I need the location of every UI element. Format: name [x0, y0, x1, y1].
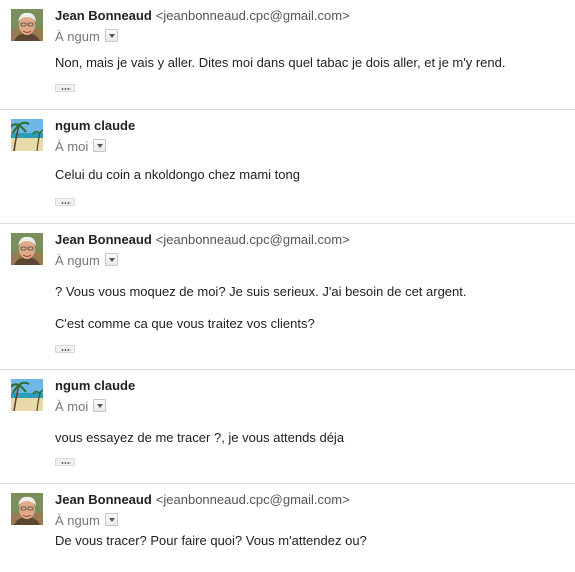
- message-item[interactable]: Jean Bonneaud <jeanbonneaud.cpc@gmail.com…: [0, 484, 575, 572]
- show-details-dropdown-icon[interactable]: [104, 513, 118, 526]
- ellipsis-icon: [61, 202, 71, 204]
- message-body-line: Non, mais je vais y aller. Dites moi dan…: [55, 55, 506, 70]
- message-body-line: Celui du coin a nkoldongo chez mami tong: [55, 167, 300, 182]
- recipient-line: À ngum: [55, 513, 118, 529]
- show-details-dropdown-icon[interactable]: [93, 399, 107, 412]
- recipient-line: À ngum: [55, 253, 118, 269]
- message-header: Jean Bonneaud <jeanbonneaud.cpc@gmail.com…: [55, 232, 350, 248]
- show-trimmed-content-button[interactable]: [55, 345, 75, 353]
- sender-email: <jeanbonneaud.cpc@gmail.com>: [155, 232, 350, 247]
- message-item[interactable]: Jean Bonneaud <jeanbonneaud.cpc@gmail.com…: [0, 224, 575, 370]
- message-body-line: ? Vous vous moquez de moi? Je suis serie…: [55, 284, 467, 299]
- message-body-line: C'est comme ca que vous traitez vos clie…: [55, 316, 315, 331]
- avatar[interactable]: [11, 9, 43, 41]
- avatar[interactable]: [11, 233, 43, 265]
- recipient-label: À ngum: [55, 253, 100, 268]
- sender-name[interactable]: ngum claude: [55, 378, 135, 393]
- ellipsis-icon: [61, 349, 71, 351]
- message-body-line: vous essayez de me tracer ?, je vous att…: [55, 430, 345, 445]
- show-trimmed-content-button[interactable]: [55, 198, 75, 206]
- recipient-line: À moi: [55, 139, 107, 155]
- sender-name[interactable]: ngum claude: [55, 118, 135, 133]
- show-trimmed-content-button[interactable]: [55, 458, 75, 466]
- message-header: ngum claude: [55, 118, 135, 134]
- sender-name[interactable]: Jean Bonneaud: [55, 492, 152, 507]
- message-header: ngum claude: [55, 378, 135, 394]
- avatar[interactable]: [11, 379, 43, 411]
- sender-name[interactable]: Jean Bonneaud: [55, 232, 152, 247]
- recipient-label: À ngum: [55, 513, 100, 528]
- ellipsis-icon: [61, 462, 71, 464]
- recipient-label: À moi: [55, 139, 89, 154]
- show-details-dropdown-icon[interactable]: [104, 29, 118, 42]
- ellipsis-icon: [61, 88, 71, 90]
- message-item[interactable]: ngum claude À moi vous essayez de me tra…: [0, 370, 575, 484]
- sender-name[interactable]: Jean Bonneaud: [55, 8, 152, 23]
- message-item[interactable]: ngum claude À moi Celui du coin a nkoldo…: [0, 110, 575, 224]
- show-details-dropdown-icon[interactable]: [104, 253, 118, 266]
- sender-email: <jeanbonneaud.cpc@gmail.com>: [155, 492, 350, 507]
- recipient-line: À ngum: [55, 29, 118, 45]
- recipient-line: À moi: [55, 399, 107, 415]
- show-details-dropdown-icon[interactable]: [93, 139, 107, 152]
- message-item[interactable]: Jean Bonneaud <jeanbonneaud.cpc@gmail.com…: [0, 0, 575, 110]
- recipient-label: À ngum: [55, 29, 100, 44]
- show-trimmed-content-button[interactable]: [55, 84, 75, 92]
- sender-email: <jeanbonneaud.cpc@gmail.com>: [155, 8, 350, 23]
- message-header: Jean Bonneaud <jeanbonneaud.cpc@gmail.com…: [55, 492, 350, 508]
- avatar[interactable]: [11, 119, 43, 151]
- avatar[interactable]: [11, 493, 43, 525]
- email-thread: Jean Bonneaud <jeanbonneaud.cpc@gmail.com…: [0, 0, 575, 572]
- message-body-line: De vous tracer? Pour faire quoi? Vous m'…: [55, 533, 367, 548]
- recipient-label: À moi: [55, 399, 89, 414]
- message-header: Jean Bonneaud <jeanbonneaud.cpc@gmail.com…: [55, 8, 350, 24]
